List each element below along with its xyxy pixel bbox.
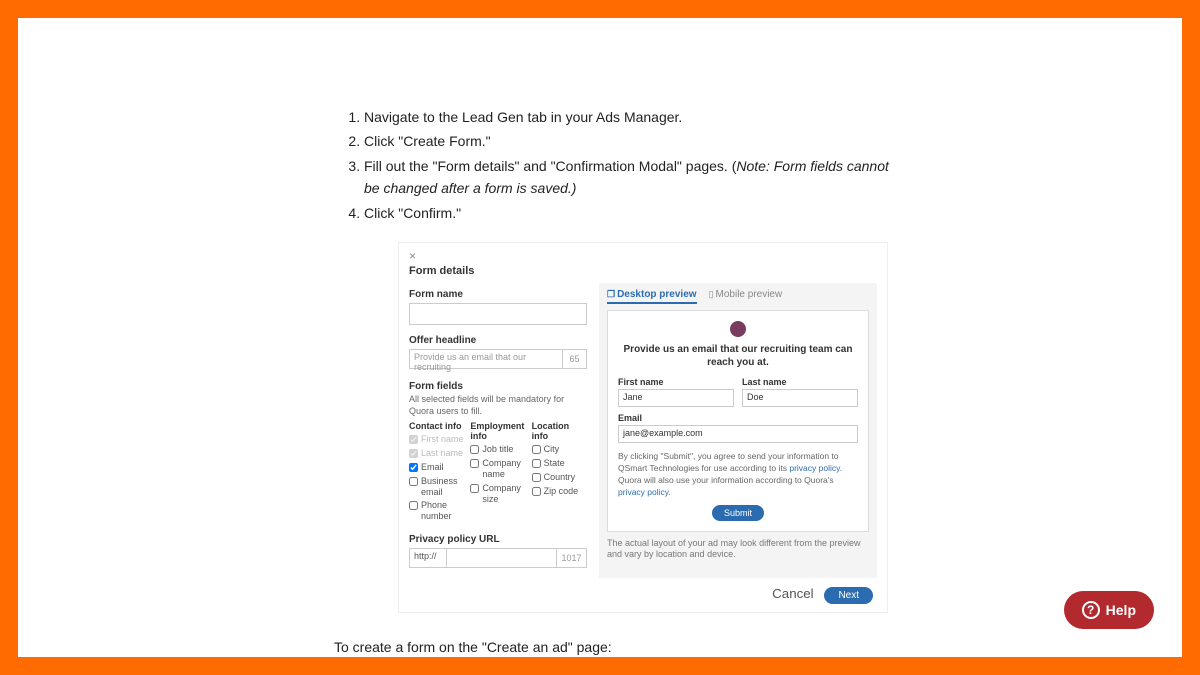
- close-icon[interactable]: ×: [409, 249, 416, 263]
- help-icon: ?: [1082, 601, 1100, 619]
- employment-info-col: Employment info Job title Company name C…: [470, 421, 525, 522]
- form-name-label: Form name: [409, 289, 587, 300]
- checkbox-company-size[interactable]: [470, 484, 479, 493]
- contact-info-head: Contact info: [409, 421, 464, 431]
- form-fields-label: Form fields: [409, 381, 587, 392]
- instructions-list-1: Navigate to the Lead Gen tab in your Ads…: [334, 106, 894, 224]
- submit-button[interactable]: Submit: [712, 505, 764, 521]
- field-phone[interactable]: Phone number: [409, 500, 464, 522]
- panel-title: Form details: [409, 265, 877, 277]
- last-name-label: Last name: [742, 377, 858, 387]
- step-3: Fill out the "Form details" and "Confirm…: [364, 155, 894, 200]
- checkbox-job-title[interactable]: [470, 445, 479, 454]
- checkbox-phone[interactable]: [409, 501, 418, 510]
- tab-desktop-preview[interactable]: ❐Desktop preview: [607, 289, 697, 304]
- checkbox-company-name[interactable]: [470, 459, 479, 468]
- step-3-text: Fill out the "Form details" and "Confirm…: [364, 158, 736, 174]
- first-name-input[interactable]: Jane: [618, 389, 734, 407]
- preview-headline: Provide us an email that our recruiting …: [618, 343, 858, 369]
- page: Navigate to the Lead Gen tab in your Ads…: [18, 18, 1182, 657]
- checkbox-city[interactable]: [532, 445, 541, 454]
- field-city[interactable]: City: [532, 444, 587, 455]
- field-job-title[interactable]: Job title: [470, 444, 525, 455]
- field-state[interactable]: State: [532, 458, 587, 469]
- disclaimer: By clicking "Submit", you agree to send …: [618, 451, 858, 499]
- privacy-count: 1017: [557, 548, 587, 568]
- location-info-col: Location info City State Country Zip cod…: [532, 421, 587, 522]
- cancel-button[interactable]: Cancel: [772, 586, 814, 601]
- privacy-protocol[interactable]: http://: [409, 548, 447, 568]
- offer-headline-count: 65: [563, 349, 587, 369]
- contact-info-col: Contact info First name Last name Email …: [409, 421, 464, 522]
- field-first-name: First name: [409, 434, 464, 445]
- next-button[interactable]: Next: [824, 587, 873, 604]
- step-1: Navigate to the Lead Gen tab in your Ads…: [364, 106, 894, 128]
- outer-frame: Navigate to the Lead Gen tab in your Ads…: [0, 0, 1200, 675]
- help-button[interactable]: ? Help: [1064, 591, 1154, 629]
- form-left-column: Form name Offer headline Provide us an e…: [409, 283, 587, 578]
- checkbox-state[interactable]: [532, 459, 541, 468]
- help-label: Help: [1106, 602, 1136, 618]
- step-4: Click "Confirm.": [364, 202, 894, 224]
- offer-headline-input[interactable]: Provide us an email that our recruiting: [409, 349, 563, 369]
- step-2: Click "Create Form.": [364, 130, 894, 152]
- checkbox-email[interactable]: [409, 463, 418, 472]
- preview-tabs: ❐Desktop preview ▯Mobile preview: [607, 289, 869, 304]
- form-details-screenshot: × Form details Form name Offer headline …: [398, 242, 888, 613]
- offer-headline-label: Offer headline: [409, 335, 587, 346]
- second-paragraph: To create a form on the "Create an ad" p…: [334, 639, 894, 655]
- mobile-icon: ▯: [709, 289, 714, 299]
- email-input[interactable]: jane@example.com: [618, 425, 858, 443]
- last-name-input[interactable]: Doe: [742, 389, 858, 407]
- preview-column: ❐Desktop preview ▯Mobile preview Provide…: [599, 283, 877, 578]
- article-content: Navigate to the Lead Gen tab in your Ads…: [334, 106, 894, 657]
- privacy-policy-link-1[interactable]: privacy policy: [789, 463, 839, 473]
- form-fields-sub: All selected fields will be mandatory fo…: [409, 394, 587, 417]
- field-email[interactable]: Email: [409, 462, 464, 473]
- field-company-size[interactable]: Company size: [470, 483, 525, 505]
- field-zip[interactable]: Zip code: [532, 486, 587, 497]
- privacy-label: Privacy policy URL: [409, 534, 587, 545]
- checkbox-last-name: [409, 449, 418, 458]
- checkbox-first-name: [409, 435, 418, 444]
- field-country[interactable]: Country: [532, 472, 587, 483]
- tab-mobile-preview[interactable]: ▯Mobile preview: [709, 289, 783, 304]
- preview-layout-note: The actual layout of your ad may look di…: [607, 538, 869, 561]
- preview-card: Provide us an email that our recruiting …: [607, 310, 869, 532]
- first-name-label: First name: [618, 377, 734, 387]
- email-label: Email: [618, 413, 858, 423]
- field-last-name: Last name: [409, 448, 464, 459]
- checkbox-zip[interactable]: [532, 487, 541, 496]
- panel-footer: Cancel Next: [409, 578, 877, 612]
- checkbox-country[interactable]: [532, 473, 541, 482]
- privacy-url-input[interactable]: [447, 548, 557, 568]
- desktop-icon: ❐: [607, 289, 615, 299]
- checkbox-business-email[interactable]: [409, 477, 418, 486]
- privacy-policy-link-2[interactable]: privacy policy: [618, 487, 668, 497]
- field-company-name[interactable]: Company name: [470, 458, 525, 480]
- employment-info-head: Employment info: [470, 421, 525, 441]
- field-business-email[interactable]: Business email: [409, 476, 464, 498]
- avatar: [730, 321, 746, 337]
- location-info-head: Location info: [532, 421, 587, 441]
- form-name-input[interactable]: [409, 303, 587, 325]
